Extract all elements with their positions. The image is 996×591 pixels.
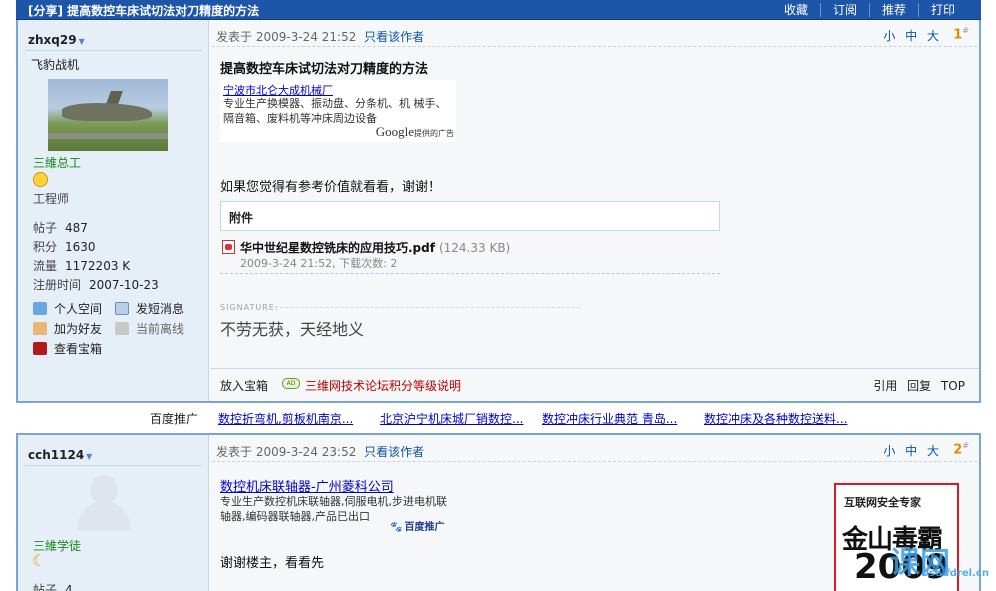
post-meta: 发表于 2009-3-24 21:52 只看该作者 (216, 30, 425, 44)
moon-icon: ☾ (32, 551, 47, 570)
share-tag[interactable]: [分享] (28, 4, 63, 18)
floor-number[interactable]: 1# (953, 26, 969, 42)
post-content: 提高数控车床试切法对刀精度的方法 宁波市北仑大成机械厂 专业生产换模器、振动盘、… (220, 58, 969, 339)
post-header: 发表于 2009-3-24 21:52 只看该作者 小 中 大 1# (210, 20, 979, 48)
author-title: 工程师 (33, 192, 70, 206)
author-only-link[interactable]: 只看该作者 (364, 30, 424, 44)
author-name[interactable]: cch1124 ▼ (28, 448, 92, 462)
google-ad-brand[interactable]: Google提供的广告 (376, 124, 454, 140)
favorite-button[interactable]: 收藏 (772, 3, 820, 17)
paw-icon: 🐾 (390, 522, 403, 533)
thread-title-bar: [分享] 提高数控车床试切法对刀精度的方法 收藏 订阅 推荐 打印 (16, 0, 981, 20)
author-sidebar: zhxq29 ▼ 飞豹战机 三維总工 工程师 帖子 487 积分 1630 流量 117… (18, 20, 209, 401)
signature: 不劳无获，天经地义 (220, 320, 365, 339)
post-1: zhxq29 ▼ 飞豹战机 三維总工 工程师 帖子 487 积分 1630 流量 117… (16, 20, 981, 403)
font-size-switcher[interactable]: 小 中 大 (883, 442, 939, 459)
subscribe-button[interactable]: 订阅 (819, 3, 869, 17)
personal-space-link[interactable]: 个人空间 (33, 300, 115, 317)
attachment-item: 华中世纪星数控铣床的应用技巧.pdf (124.33 KB) 2009-3-24 … (220, 238, 720, 274)
default-avatar[interactable] (68, 475, 138, 531)
google-ad-description: 专业生产换模器、振动盘、分条机、机 械手、隔音箱、废料机等冲床周边设备 (223, 97, 447, 125)
level-rules-link[interactable]: 三维网技术论坛积分等级说明 (305, 377, 461, 394)
baidu-ad-label: 百度推广 (150, 412, 199, 426)
stat-posts: 帖子 4 (33, 583, 73, 591)
author-rank: 三維总工 (33, 156, 82, 170)
thread-actions: 收藏 订阅 推荐 打印 (772, 3, 967, 17)
baidu-ad-row: 百度推广 数控折弯机,剪板机南京... 北京沪宁机床城厂销数控... 数控冲床行… (16, 404, 981, 432)
add-to-treasure-link[interactable]: 放入宝箱 (220, 377, 268, 394)
avatar-runway (48, 133, 168, 139)
stat-traffic: 流量 1172203 K (33, 259, 131, 273)
stat-register-date: 注册时间 2007-10-23 (33, 278, 159, 292)
post-title: 提高数控车床试切法对刀精度的方法 (220, 62, 429, 77)
stat-points: 积分 1630 (33, 240, 96, 254)
ad-badge-icon: AD (282, 378, 300, 389)
author-only-link[interactable]: 只看该作者 (364, 445, 424, 459)
print-button[interactable]: 打印 (917, 3, 967, 17)
divider (212, 46, 977, 47)
thread-title-text: 提高数控车床试切法对刀精度的方法 (67, 4, 260, 18)
baidu-ad-link[interactable]: 北京沪宁机床城厂销数控... (380, 410, 523, 427)
baidu-ad-link[interactable]: 数控折弯机,剪板机南京... (218, 410, 353, 427)
avatar[interactable] (48, 79, 168, 151)
divider (25, 50, 201, 51)
post-footer: 放入宝箱 AD 三维网技术论坛积分等级说明 引用 回复 TOP (210, 368, 979, 398)
pdf-icon (222, 240, 235, 254)
post-operations[interactable]: 引用 回复 TOP (873, 377, 965, 394)
chevron-down-icon[interactable]: ▼ (79, 37, 85, 46)
recommend-button[interactable]: 推荐 (868, 3, 918, 17)
post-body: 如果您觉得有参考价值就看看，谢谢！ (220, 180, 442, 195)
author-links: 个人空间 发短消息 加为好友 当前离线 查看宝箱 (33, 298, 203, 358)
avatar-jet (62, 103, 152, 121)
floor-number[interactable]: 2# (953, 441, 969, 457)
font-size-switcher[interactable]: 小 中 大 (883, 27, 939, 44)
post-header: 发表于 2009-3-24 23:52 只看该作者 小 中 大 2# (210, 435, 979, 463)
stat-posts: 帖子 487 (33, 221, 88, 235)
home-icon (33, 301, 47, 315)
chevron-down-icon[interactable]: ▼ (86, 452, 92, 461)
baidu-ad-link[interactable]: 数控冲床行业典范 青岛... (542, 410, 677, 427)
offline-status: 当前离线 (115, 320, 197, 337)
google-ad: 宁波市北仑大成机械厂 专业生产换模器、振动盘、分条机、机 械手、隔音箱、废料机等… (220, 80, 456, 142)
attachment-header: 附件 (220, 201, 720, 231)
divider (212, 461, 977, 462)
watermark: 课网 osoffdrel.cn (890, 546, 989, 581)
author-sidebar: cch1124 ▼ 三維学徒 ☾ 帖子 4 (18, 435, 209, 591)
author-nickname: 飞豹战机 (31, 58, 80, 72)
banner-title: 互联网安全专家 (844, 496, 921, 509)
baidu-inline-ad-link[interactable]: 数控机床联轴器-广州菱科公司 (220, 476, 394, 495)
divider (25, 465, 201, 466)
thread-title: [分享] 提高数控车床试切法对刀精度的方法 (28, 2, 259, 19)
avatar-head (90, 475, 118, 505)
view-treasure-link[interactable]: 查看宝箱 (33, 340, 153, 357)
envelope-icon (115, 301, 129, 315)
author-name[interactable]: zhxq29 ▼ (28, 33, 85, 47)
post-body: 谢谢楼主，看看先 (220, 556, 325, 571)
avatar-body (78, 501, 130, 531)
attachment-meta: 2009-3-24 21:52, 下载次数: 2 (240, 257, 398, 270)
send-message-link[interactable]: 发短消息 (115, 300, 197, 317)
add-friend-link[interactable]: 加为好友 (33, 320, 115, 337)
attachment-link[interactable]: 华中世纪星数控铣床的应用技巧.pdf (124.33 KB) (240, 239, 510, 256)
smiley-icon (33, 172, 48, 187)
baidu-logo[interactable]: 🐾 百度推广 (390, 518, 444, 533)
baidu-ad-link[interactable]: 数控冲床及各种数控送料... (704, 410, 847, 427)
treasure-chest-icon (33, 341, 47, 355)
user-offline-icon (115, 321, 129, 335)
add-user-icon (33, 321, 47, 335)
post-meta: 发表于 2009-3-24 23:52 只看该作者 (216, 445, 425, 459)
signature-divider (270, 307, 580, 308)
